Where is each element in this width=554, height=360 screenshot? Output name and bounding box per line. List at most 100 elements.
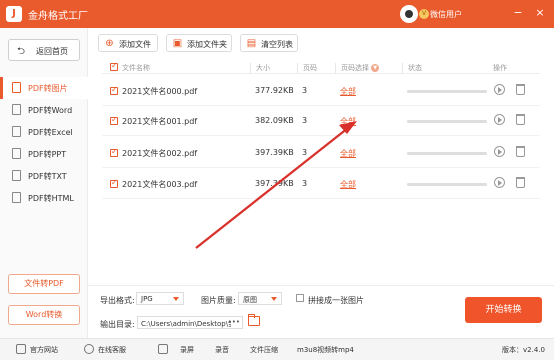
m3u8-convert-link[interactable]: m3u8视频转mp4 [297,345,354,355]
title-bar: J 金舟格式工厂 V 微信用户 − × [0,0,554,28]
file-size: 397.39KB [255,179,294,188]
add-file-button[interactable]: ⊕ 添加文件 [98,34,158,52]
vip-icon: V [419,9,429,19]
output-dir-label: 输出目录: [100,320,135,329]
add-folder-button[interactable]: ▣ 添加文件夹 [166,34,232,52]
start-convert-button[interactable]: 开始转换 [465,297,542,323]
play-icon[interactable] [494,146,505,157]
sidebar-item-pdf-to-excel[interactable]: PDF转Excel [0,121,88,143]
play-icon[interactable] [494,84,505,95]
app-title: 金舟格式工厂 [28,11,88,22]
file-icon [12,148,21,159]
file-size: 397.39KB [255,148,294,157]
home-button-label: 返回首页 [36,47,68,56]
page-range-link[interactable]: 全部 [340,86,356,97]
format-value: JPG [141,295,153,303]
chevron-down-icon[interactable]: ▼ [371,64,380,72]
file-compress-link[interactable]: 文件压缩 [250,345,278,355]
more-button[interactable]: ••• [228,318,240,326]
divider [88,285,554,286]
folder-icon[interactable] [248,314,260,326]
file-icon [12,170,21,181]
plus-icon: ⊕ [105,38,114,49]
row-checkbox[interactable] [110,115,118,125]
column-header-page-select: 页码选择 ▼ [335,63,380,73]
file-to-pdf-button[interactable]: 文件转PDF [8,274,80,294]
table-row[interactable]: 2021文件名003.pdf 397.39KB 3 全部 [102,169,540,199]
file-name: 2021文件名002.pdf [122,149,198,158]
sidebar-item-label: PDF转PPT [28,150,67,159]
play-icon[interactable] [494,114,505,125]
file-icon [12,192,21,203]
column-header-size: 大小 [250,63,270,73]
quality-value: 原图 [243,296,257,304]
user-name[interactable]: 微信用户 [430,9,462,20]
file-name: 2021文件名001.pdf [122,117,198,126]
clear-list-button[interactable]: ▤ 清空列表 [240,34,298,52]
version-label: 版本：v2.4.0 [502,346,545,354]
sidebar-item-pdf-to-html[interactable]: PDF转HTML [0,187,88,209]
format-label: 导出格式: [100,296,135,305]
page-range-link[interactable]: 全部 [340,148,356,159]
page-range-link[interactable]: 全部 [340,116,356,127]
play-icon[interactable] [494,177,505,188]
merge-checkbox[interactable] [296,294,304,302]
close-button[interactable]: × [533,6,547,20]
page-range-link[interactable]: 全部 [340,179,356,190]
online-support-link[interactable]: 在线客服 [98,345,126,355]
quality-select[interactable]: 原图 [238,292,282,305]
sidebar: ⮌ 返回首页 PDF转图片 PDF转Word PDF转Excel PDF转PPT… [0,28,88,338]
sidebar-item-label: PDF转Excel [28,128,73,137]
row-checkbox[interactable] [110,147,118,157]
headset-icon [84,344,94,354]
row-checkbox[interactable] [110,178,118,188]
output-path-input[interactable]: C:\Users\admin\Desktop\金 ••• [137,316,243,329]
add-folder-label: 添加文件夹 [187,40,227,49]
status-bar: 官方网站 在线客服 录屏 录音 文件压缩 m3u8视频转mp4 版本：v2.4.… [0,338,554,360]
trash-icon[interactable] [516,84,525,95]
quality-label: 图片质量: [201,296,236,305]
user-avatar[interactable] [400,5,418,23]
file-icon [12,126,21,137]
trash-icon[interactable] [516,114,525,125]
table-row[interactable]: 2021文件名001.pdf 382.09KB 3 全部 [102,106,540,136]
chevron-down-icon [173,297,179,301]
trash-icon[interactable] [516,146,525,157]
table-row[interactable]: 2021文件名002.pdf 397.39KB 3 全部 [102,138,540,168]
row-checkbox[interactable] [110,85,118,95]
page-count: 3 [302,86,308,95]
word-convert-button[interactable]: Word转换 [8,305,80,325]
sidebar-item-pdf-to-txt[interactable]: PDF转TXT [0,165,88,187]
chevron-down-icon [271,297,277,301]
clear-icon: ▤ [246,38,257,49]
page-count: 3 [302,148,308,157]
audio-record-link[interactable]: 录音 [215,345,229,355]
progress-bar [407,152,487,155]
trash-icon[interactable] [516,177,525,188]
column-header-pages: 页码 [297,63,317,73]
file-size: 377.92KB [255,86,294,95]
home-button[interactable]: ⮌ 返回首页 [8,39,80,61]
sidebar-item-pdf-to-word[interactable]: PDF转Word [0,99,88,121]
page-count: 3 [302,179,308,188]
sidebar-item-label: PDF转图片 [28,84,68,93]
output-path-value: C:\Users\admin\Desktop\金 [141,320,231,328]
official-site-link[interactable]: 官方网站 [30,345,58,355]
minimize-button[interactable]: − [511,6,525,20]
column-header-status: 状态 [402,63,422,73]
select-all-checkbox[interactable] [110,61,118,71]
sidebar-item-label: PDF转HTML [28,194,74,203]
app-logo: J [6,6,22,22]
table-row[interactable]: 2021文件名000.pdf 377.92KB 3 全部 [102,76,540,106]
sidebar-item-pdf-to-ppt[interactable]: PDF转PPT [0,143,88,165]
progress-bar [407,183,487,186]
page-count: 3 [302,116,308,125]
sidebar-item-pdf-to-image[interactable]: PDF转图片 [0,77,88,99]
file-icon [12,82,21,93]
column-header-name: 文件名称 [122,64,150,72]
screen-record-link[interactable]: 录屏 [180,345,194,355]
sidebar-item-label: PDF转Word [28,106,73,115]
table-header: 文件名称 大小 页码 页码选择 ▼ 状态 操作 [102,60,540,74]
format-select[interactable]: JPG [136,292,184,305]
file-size: 382.09KB [255,116,294,125]
